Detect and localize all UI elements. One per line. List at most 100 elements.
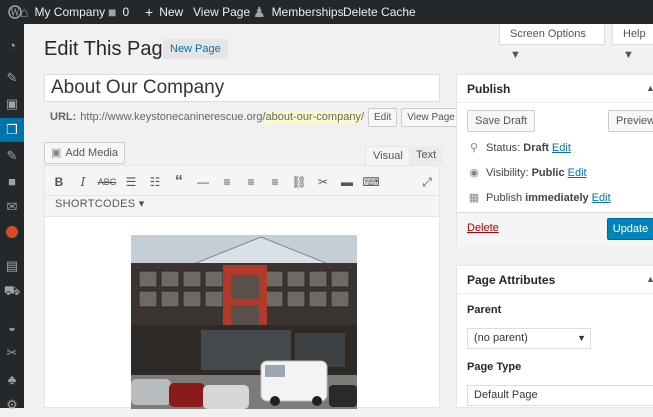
content-editor[interactable]: B I ABC ☰ ☷ “ — ≡ ≡ ≡ ⛓ ✂ ▬ ⌨ ⤢ SHORTCOD… [44,165,440,409]
fullscreen-icon[interactable]: ⤢ [417,172,437,192]
publish-header[interactable]: Publish ▲ [457,75,653,103]
delete-cache-link[interactable]: Delete Cache [343,0,416,24]
page-title: Edit This Page [44,38,174,60]
url-trail: / [360,111,364,123]
plus-icon: + [145,4,154,20]
align-right-icon[interactable]: ≡ [265,172,285,192]
visibility-label: Visibility: [486,166,529,179]
dashboard-icon[interactable]: ◔ [0,33,24,57]
tools-icon[interactable]: ✂ [0,341,24,365]
admin-bar: W ⌂ My Company ■ 0 + New View Page ♟ Mem… [0,0,653,24]
toolbar-divider [45,195,439,196]
mail-icon[interactable]: ✉ [0,195,24,219]
delete-link[interactable]: Delete [467,222,499,234]
horizontal-line-icon[interactable]: — [193,172,213,192]
eye-icon: ◉ [469,167,479,179]
pin-icon[interactable]: ✎ [0,144,24,168]
admin-sidebar: ◔ ✎ ▣ ❐ ✎ ■ ✉ ▤ ⛟ ◒ ✂ ♣ ⚙ [0,24,24,412]
users-icon[interactable]: ♣ [0,367,24,391]
status-value: Draft [523,141,549,154]
memberships-label: Memberships [271,5,344,19]
status-row: ⚲ Status: Draft Edit [467,141,571,155]
permalink-row: URL: http://www.keystonecaninerescue.org… [50,107,461,127]
new-page-button[interactable]: New Page [163,39,228,59]
collapse-icon[interactable]: ▲ [646,83,653,93]
pin-icon: ⚲ [469,142,479,154]
preview-button[interactable]: Preview [608,110,653,132]
view-page-link[interactable]: View Page [193,0,250,24]
bullet-list-icon[interactable]: ☰ [121,172,141,192]
groups-icon: ♟ [253,4,266,20]
settings-icon[interactable]: ⚙ [0,393,24,417]
posts-pin-icon[interactable]: ✎ [0,66,24,90]
comments-icon[interactable]: ■ [0,169,24,193]
save-draft-button[interactable]: Save Draft [467,110,535,132]
comments-link[interactable]: ■ 0 [108,0,129,24]
align-left-icon[interactable]: ≡ [217,172,237,192]
new-label: New [159,5,184,19]
read-more-icon[interactable]: ▬ [337,172,357,192]
building-photo-image [131,235,357,409]
help-button[interactable]: Help ▼ [612,24,653,61]
appearance-icon[interactable]: ◒ [0,315,24,339]
memberships-link[interactable]: ♟ Memberships [253,0,344,24]
plugin-badge-icon[interactable] [0,220,24,244]
site-name: My Company [34,5,106,19]
link-icon[interactable]: ⛓ [289,172,309,192]
page-attributes-header[interactable]: Page Attributes ▲ [457,266,653,294]
unlink-icon[interactable]: ✂ [313,172,333,192]
add-media-label: Add Media [65,147,118,159]
page-type-select[interactable]: Default Page [467,385,653,406]
visibility-value: Public [531,166,565,179]
cart-icon[interactable]: ⛟ [0,280,24,304]
keyboard-icon[interactable]: ⌨ [361,172,381,192]
shortcodes-dropdown[interactable]: SHORTCODES ▾ [55,197,145,210]
page-type-value: Default Page [474,389,538,401]
page-type-label: Page Type [467,361,522,373]
edit-status-link[interactable]: Edit [552,142,571,154]
parent-label: Parent [467,304,502,316]
media-icon[interactable]: ▣ [0,92,24,116]
view-page-button[interactable]: View Page [401,107,461,127]
align-center-icon[interactable]: ≡ [241,172,261,192]
chevron-down-icon: ▼ [577,333,586,343]
new-content-link[interactable]: + New [145,0,183,24]
collapse-icon[interactable]: ▲ [646,274,653,284]
building-photo[interactable] [131,235,357,409]
italic-icon[interactable]: I [73,172,93,192]
media-icon: ▣ [51,147,62,159]
status-label: Status: [486,141,521,154]
strikethrough-icon[interactable]: ABC [97,172,117,192]
post-title-input[interactable]: About Our Company [44,74,440,102]
parent-select[interactable]: (no parent) ▼ [467,328,591,349]
url-label: URL: [50,111,77,123]
visibility-row: ◉ Visibility: Public Edit [467,166,587,180]
publish-value: immediately [525,191,589,204]
parent-value: (no parent) [474,332,528,344]
update-button[interactable]: Update [607,218,653,240]
url-base: http://www.keystonecaninerescue.org/ [80,111,266,123]
delete-cache-label: Delete Cache [343,5,416,19]
screen-options-button[interactable]: Screen Options ▼ [499,24,605,61]
schedule-row: ▦ Publish immediately Edit [467,191,611,205]
tab-text[interactable]: Text [409,146,444,164]
publish-box: Publish ▲ Save Draft Preview ⚲ Status: D… [456,74,653,246]
tab-visual[interactable]: Visual [365,146,411,165]
page-attributes-title: Page Attributes [467,273,556,287]
page-attributes-box: Page Attributes ▲ Parent (no parent) ▼ P… [456,265,653,408]
blockquote-icon[interactable]: “ [169,172,189,192]
numbered-list-icon[interactable]: ☷ [145,172,165,192]
edit-visibility-link[interactable]: Edit [568,167,587,179]
svg-text:W: W [10,9,20,19]
bold-icon[interactable]: B [49,172,69,192]
edit-schedule-link[interactable]: Edit [592,192,611,204]
pages-icon[interactable]: ❐ [0,118,24,142]
site-name-link[interactable]: ⌂ My Company [20,0,105,24]
permalink-slug[interactable]: about-our-company [265,111,361,123]
add-media-button[interactable]: ▣ Add Media [44,142,125,164]
major-publishing-actions: Delete Update [457,212,653,246]
calendar-icon: ▦ [468,192,480,204]
comment-icon: ■ [108,4,117,20]
woo-icon[interactable]: ▤ [0,254,24,278]
edit-permalink-button[interactable]: Edit [368,107,398,127]
